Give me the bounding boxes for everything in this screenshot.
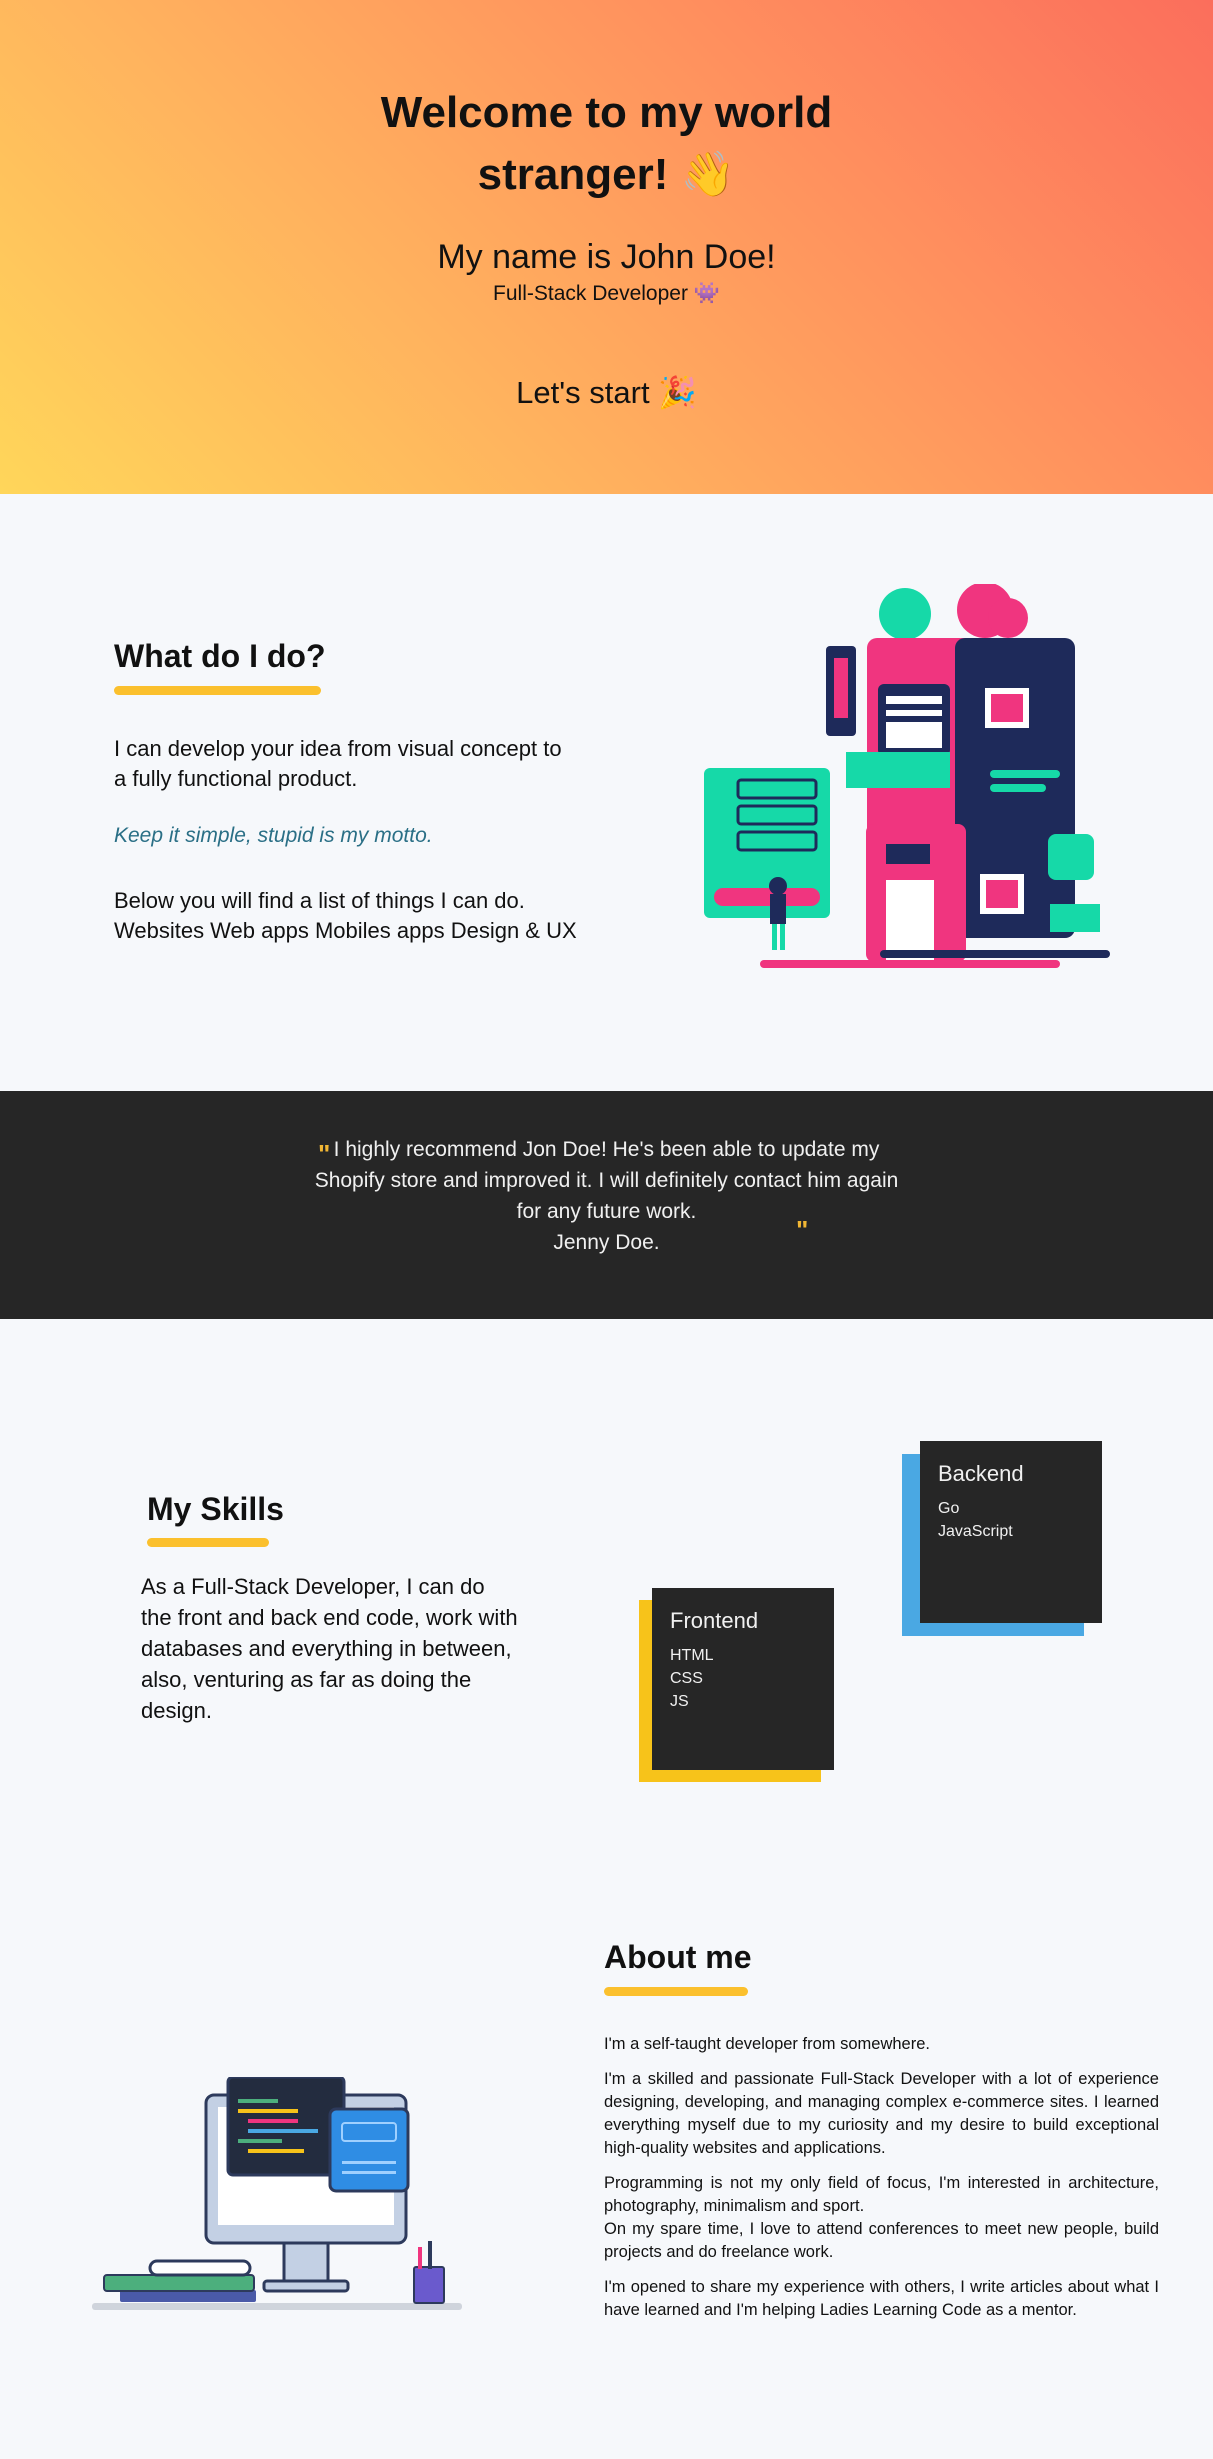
- frontend-card-title: Frontend: [670, 1608, 759, 1633]
- robot-building-illustration: [704, 584, 1110, 968]
- frontend-card: Frontend HTML CSS JS: [652, 1588, 834, 1770]
- title-underline: [604, 1987, 748, 1996]
- what-list: Below you will find a list of things I c…: [114, 886, 594, 946]
- what-list-line2: Websites Web apps Mobiles apps Design & …: [114, 918, 577, 943]
- what-intro: I can develop your idea from visual conc…: [114, 736, 562, 791]
- skill-item: Go: [938, 1500, 960, 1517]
- hero-title-line2: stranger! 👋: [477, 150, 736, 199]
- title-underline: [147, 1538, 269, 1547]
- close-quote-icon: ": [796, 1215, 809, 1245]
- about-paragraph-line: Programming is not my only field of focu…: [604, 2174, 1159, 2215]
- skill-item: JavaScript: [938, 1523, 1013, 1540]
- about-paragraph-line: On my spare time, I love to attend confe…: [604, 2220, 1159, 2261]
- hero-title: Welcome to my world stranger! 👋: [0, 82, 1213, 206]
- computer-desk-illustration: [92, 2077, 462, 2310]
- hero-section: Welcome to my world stranger! 👋 My name …: [0, 0, 1213, 494]
- testimonial-section: " I highly recommend Jon Doe! He's been …: [0, 1091, 1213, 1319]
- testimonial-author: Jenny Doe.: [553, 1231, 660, 1254]
- skills-title: My Skills: [147, 1491, 284, 1527]
- what-motto: Keep it simple, stupid is my motto.: [114, 824, 433, 847]
- what-title: What do I do?: [114, 638, 326, 674]
- lets-start-link[interactable]: Let's start 🎉: [0, 374, 1213, 411]
- hero-role: Full-Stack Developer 👾: [493, 282, 720, 305]
- backend-card-title: Backend: [938, 1461, 1024, 1486]
- skills-section: My Skills As a Full-Stack Developer, I c…: [0, 1319, 1213, 1839]
- what-list-line1: Below you will find a list of things I c…: [114, 888, 525, 913]
- skill-item: JS: [670, 1693, 689, 1710]
- what-do-i-do-section: What do I do? I can develop your idea fr…: [0, 494, 1213, 1091]
- about-paragraph: I'm a skilled and passionate Full-Stack …: [604, 2070, 1159, 2157]
- hero-title-line1: Welcome to my world: [380, 88, 833, 137]
- skills-text: As a Full-Stack Developer, I can do the …: [141, 1574, 518, 1723]
- about-title: About me: [604, 1939, 752, 1975]
- about-paragraph: I'm a self-taught developer from somewhe…: [604, 2035, 930, 2053]
- hero-name: My name is John Doe!: [437, 238, 776, 276]
- backend-card: Backend Go JavaScript: [920, 1441, 1102, 1623]
- testimonial-text: I highly recommend Jon Doe! He's been ab…: [300, 1134, 913, 1258]
- about-paragraph: I'm opened to share my experience with o…: [604, 2278, 1159, 2319]
- about-section: About me I'm a self-taught developer fro…: [0, 1839, 1213, 2459]
- title-underline: [114, 686, 321, 695]
- about-paragraph: Programming is not my only field of focu…: [604, 2172, 1159, 2264]
- about-body: I'm a self-taught developer from somewhe…: [604, 2033, 1159, 2334]
- testimonial-quote: I highly recommend Jon Doe! He's been ab…: [314, 1138, 899, 1223]
- skill-item: CSS: [670, 1670, 703, 1687]
- skill-item: HTML: [670, 1647, 714, 1664]
